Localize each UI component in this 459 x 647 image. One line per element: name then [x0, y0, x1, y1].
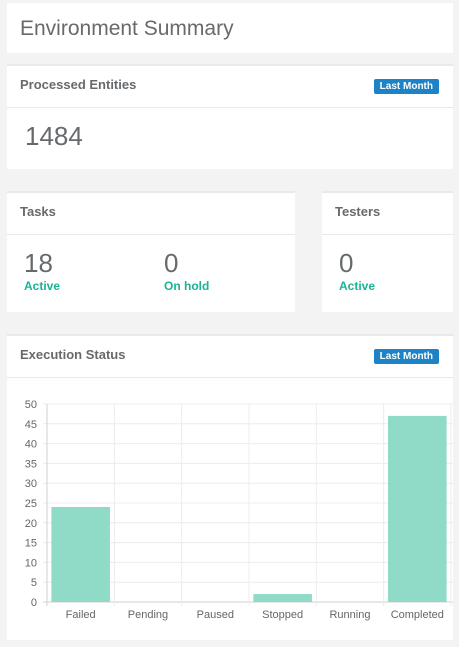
processed-entities-card: Processed Entities Last Month 1484	[7, 64, 453, 169]
x-tick-label: Completed	[391, 609, 444, 621]
y-tick-label: 5	[31, 577, 37, 589]
processed-entities-count: 1484	[25, 121, 83, 151]
tasks-onhold-count: 0	[164, 248, 179, 278]
testers-active-label: Active	[339, 279, 376, 293]
x-tick-label: Paused	[197, 609, 234, 621]
testers-card: Testers 0 Active	[322, 191, 453, 312]
testers-header: Testers	[322, 193, 453, 235]
y-tick-label: 0	[31, 597, 37, 609]
y-tick-label: 25	[25, 498, 37, 510]
execution-status-chart: 0 5 10 15 20 25 30 35 40 45 50 Failed Pending Paused S…	[25, 399, 453, 621]
execution-status-card: Execution Status Last Month 0 5 10 15 20 25 30…	[7, 334, 453, 640]
x-tick-label: Running	[329, 609, 370, 621]
y-tick-label: 10	[25, 557, 37, 569]
x-tick-label: Stopped	[262, 609, 303, 621]
y-tick-label: 15	[25, 538, 37, 550]
y-tick-label: 50	[25, 399, 37, 411]
y-tick-label: 30	[25, 478, 37, 490]
processed-period-badge[interactable]: Last Month	[373, 79, 439, 94]
y-tick-label: 40	[25, 439, 37, 451]
page-title-card: Environment Summary	[7, 3, 453, 53]
y-tick-label: 35	[25, 458, 37, 470]
testers-active-count: 0	[339, 248, 354, 278]
tasks-onhold-label: On hold	[164, 279, 210, 293]
x-tick-label: Failed	[66, 609, 96, 621]
testers-title: Testers	[335, 204, 381, 219]
y-tick-label: 20	[25, 518, 37, 530]
x-tick-label: Pending	[128, 609, 168, 621]
tasks-active-label: Active	[24, 279, 61, 293]
page-title: Environment Summary	[20, 17, 234, 40]
tasks-title: Tasks	[20, 204, 56, 219]
bar-completed	[388, 415, 447, 602]
bar-stopped	[253, 594, 312, 602]
tasks-active-count: 18	[24, 248, 53, 278]
processed-entities-header: Processed Entities Last Month	[7, 66, 453, 108]
y-tick-label: 45	[25, 419, 37, 431]
processed-entities-title: Processed Entities	[20, 77, 137, 92]
bar-failed	[51, 506, 110, 602]
execution-status-title: Execution Status	[20, 347, 126, 362]
tasks-header: Tasks	[7, 193, 295, 235]
tasks-card: Tasks 18 Active 0 On hold	[7, 191, 295, 312]
execution-status-header: Execution Status Last Month	[7, 336, 453, 378]
execution-period-badge[interactable]: Last Month	[373, 349, 439, 364]
